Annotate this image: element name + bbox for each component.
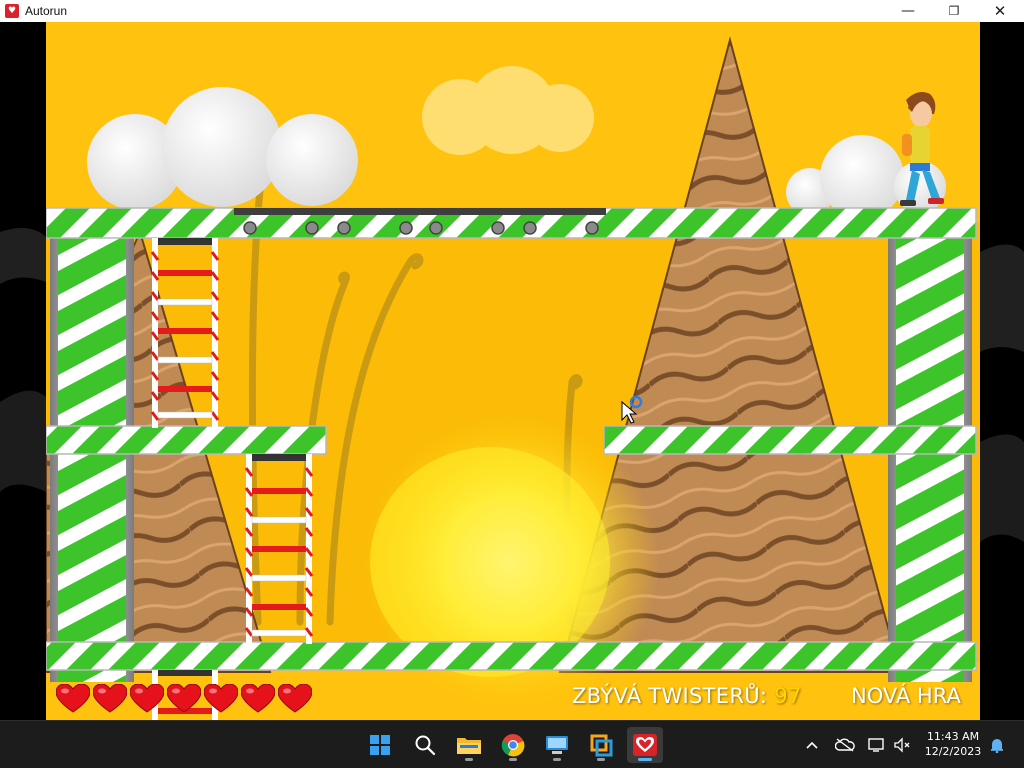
clock-date: 12/2/2023 — [924, 745, 982, 758]
life-heart-icon — [241, 684, 275, 713]
remote-desktop-icon — [546, 736, 568, 754]
life-heart-icon — [93, 684, 127, 713]
maximize-button[interactable]: ❐ — [931, 0, 977, 22]
twisters-counter: ZBÝVÁ TWISTERŮ: 97 — [572, 684, 802, 708]
lives-hearts — [56, 684, 312, 714]
chrome-icon — [501, 734, 525, 757]
search-button[interactable] — [407, 727, 443, 763]
life-heart-icon — [167, 684, 201, 713]
platform-top — [46, 207, 977, 239]
tray-overflow-chevron-icon[interactable] — [804, 735, 820, 755]
platform-middle-right — [603, 425, 977, 455]
clock-time: 11:43 AM — [926, 730, 980, 743]
notification-bell-icon[interactable] — [988, 735, 1006, 755]
file-explorer-button[interactable] — [451, 727, 487, 763]
new-game-button[interactable]: NOVÁ HRA — [851, 684, 961, 708]
pillar-right — [888, 232, 972, 682]
search-icon — [415, 735, 436, 756]
life-heart-icon — [130, 684, 164, 713]
chrome-button[interactable] — [495, 727, 531, 763]
app-heart-icon: ♥ — [5, 4, 19, 18]
minimize-button[interactable]: — — [885, 0, 931, 22]
game-scene — [0, 22, 1024, 720]
autorun-heart-icon — [633, 734, 657, 756]
close-button[interactable]: ✕ — [977, 0, 1023, 22]
window-title: Autorun — [25, 4, 68, 18]
remote-desktop-button[interactable] — [539, 727, 575, 763]
twisters-value: 97 — [774, 684, 802, 708]
virtual-machine-icon — [590, 734, 613, 757]
life-heart-icon — [204, 684, 238, 713]
autorun-button[interactable] — [627, 727, 663, 763]
virtual-machine-button[interactable] — [583, 727, 619, 763]
life-heart-icon — [278, 684, 312, 713]
life-heart-icon — [56, 684, 90, 713]
title-bar: ♥ Autorun — ❐ ✕ — [0, 0, 1024, 22]
taskbar: 11:43 AM 12/2/2023 — [0, 720, 1024, 768]
network-icon[interactable] — [866, 735, 888, 755]
platform-middle-left — [46, 425, 327, 455]
folder-icon — [457, 738, 481, 754]
volume-muted-icon[interactable] — [892, 735, 912, 755]
platform-bottom — [46, 641, 977, 671]
start-button[interactable] — [362, 727, 398, 763]
windows-start-icon — [370, 735, 390, 755]
pillar-left — [50, 232, 134, 682]
system-clock[interactable]: 11:43 AM 12/2/2023 — [918, 729, 988, 759]
game-area[interactable]: ZBÝVÁ TWISTERŮ: 97 NOVÁ HRA — [0, 22, 1024, 720]
twisters-label: ZBÝVÁ TWISTERŮ: — [572, 684, 768, 708]
cloud-offline-icon[interactable] — [834, 735, 856, 755]
